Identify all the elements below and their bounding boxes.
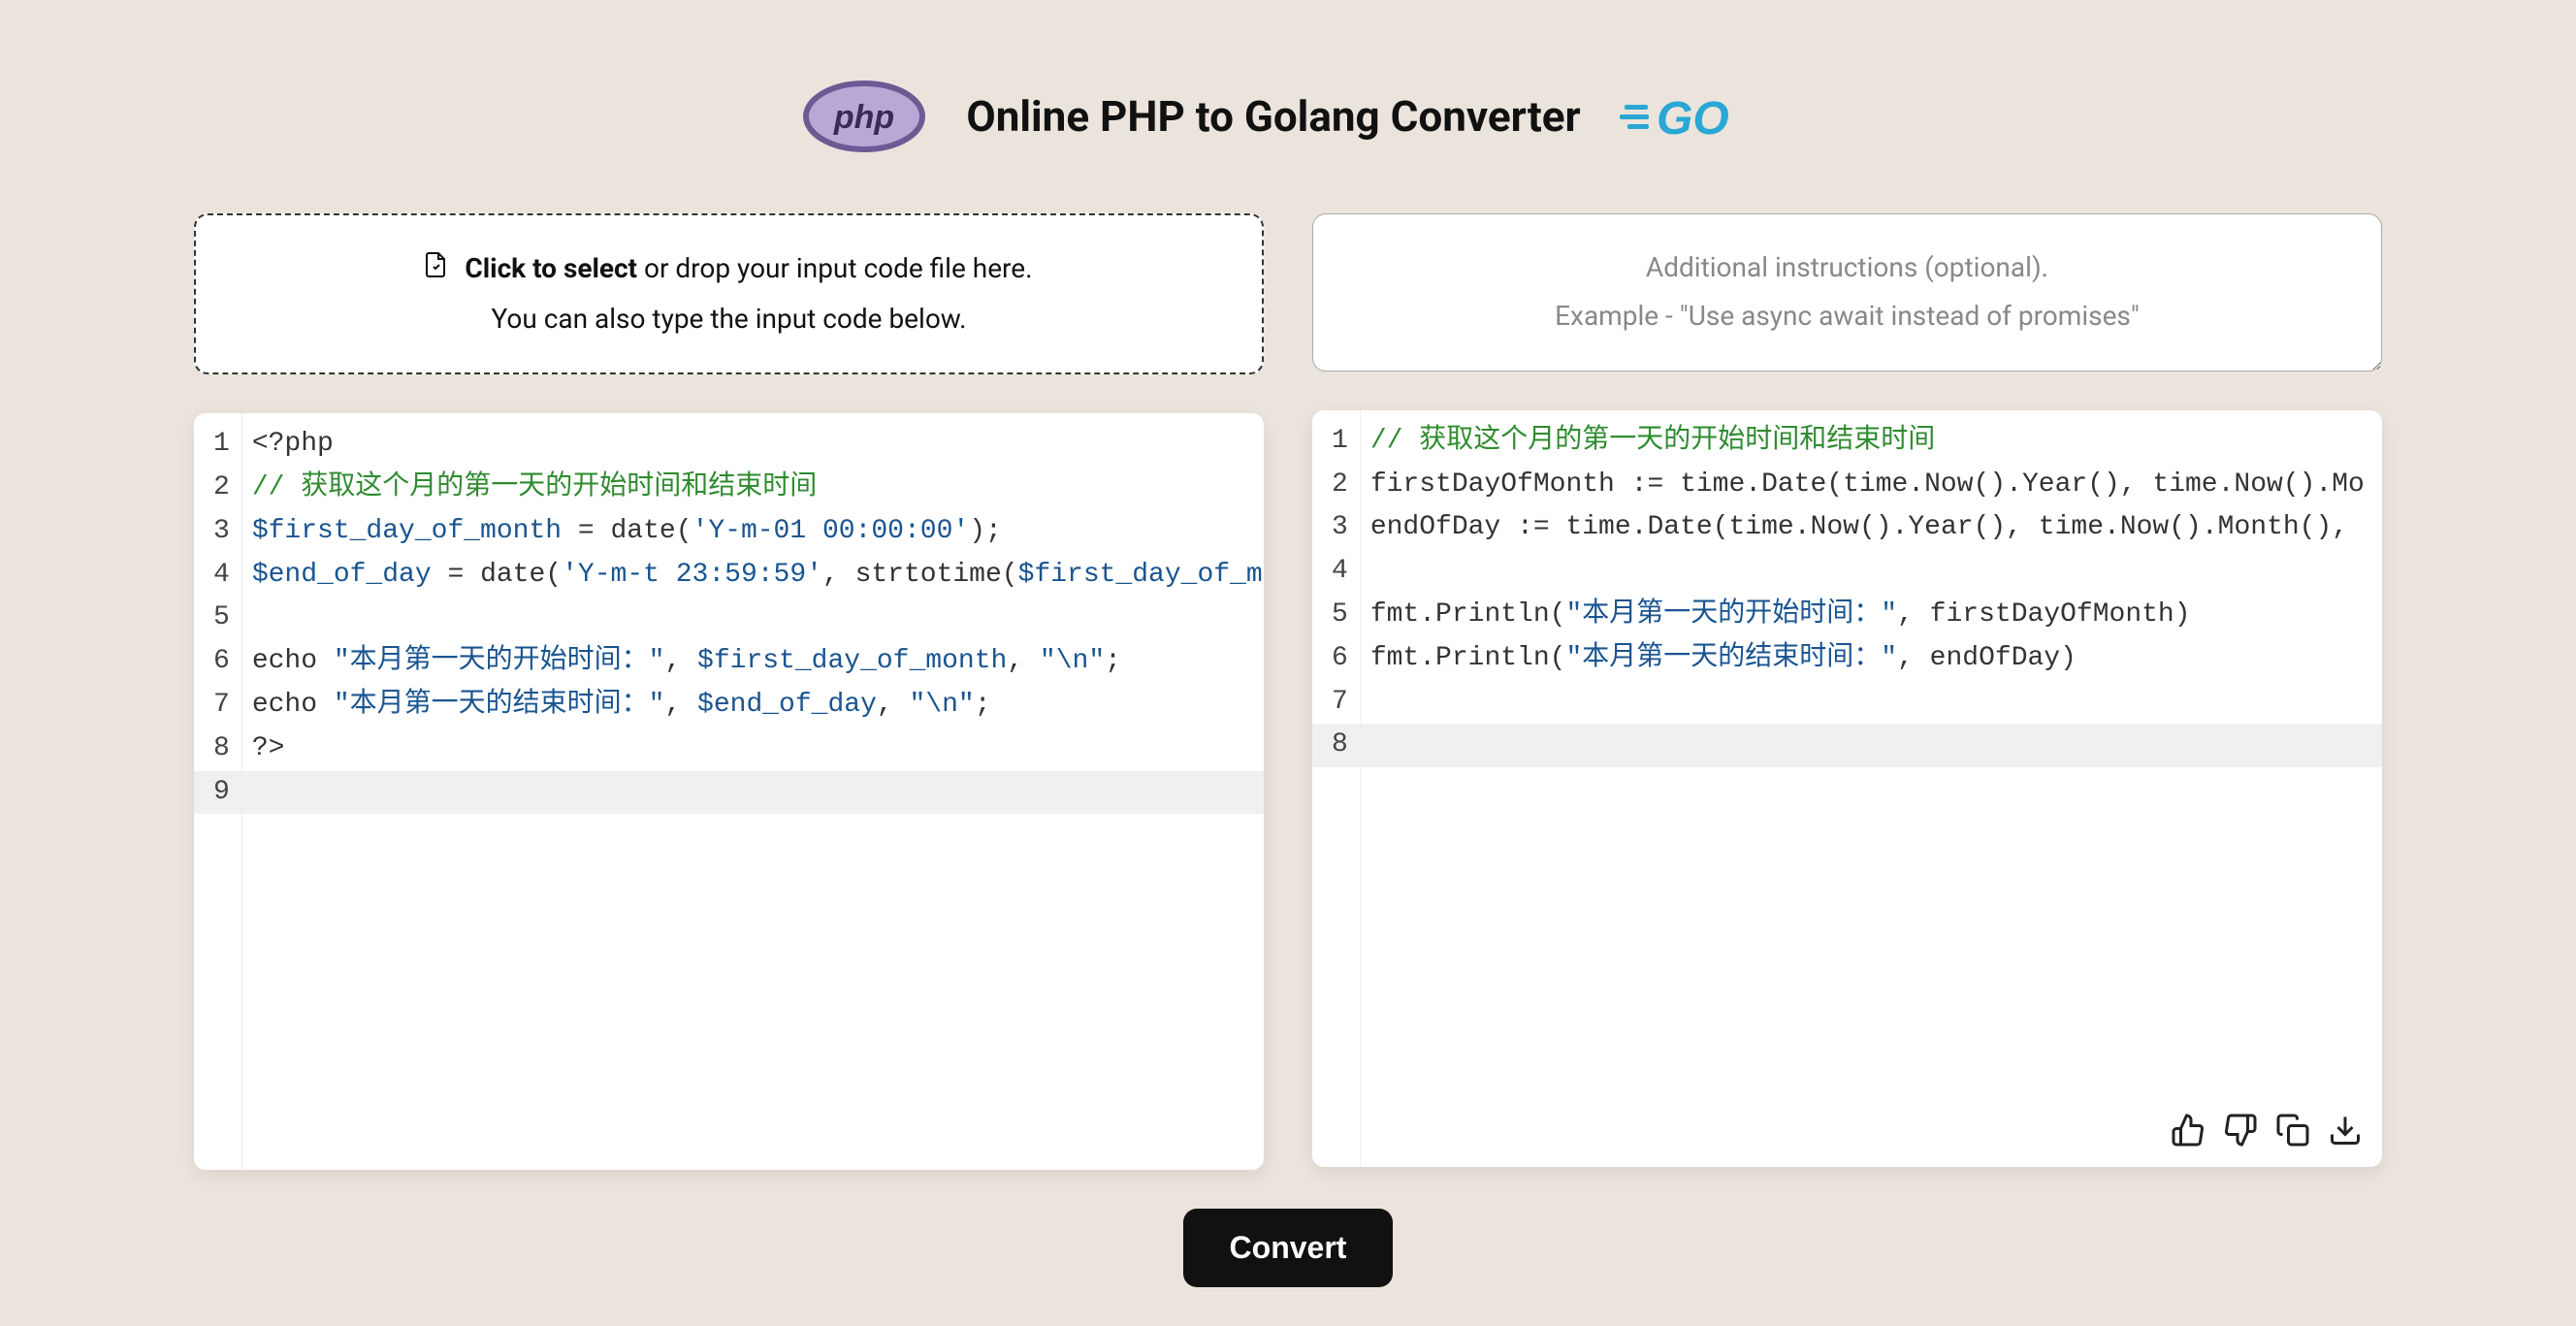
- convert-section: Convert: [0, 1170, 2576, 1326]
- instructions-input[interactable]: Additional instructions (optional). Exam…: [1312, 213, 2382, 372]
- copy-button[interactable]: [2275, 1113, 2310, 1148]
- main-content: Click to select or drop your input code …: [0, 213, 2576, 1170]
- go-logo: GO: [1620, 87, 1775, 146]
- thumbs-down-button[interactable]: [2223, 1113, 2258, 1148]
- svg-text:php: php: [833, 99, 894, 136]
- output-actions: [2171, 1113, 2363, 1148]
- input-code-editor[interactable]: 123456789 <?php// 获取这个月的第一天的开始时间和结束时间$fi…: [194, 413, 1264, 1170]
- convert-button[interactable]: Convert: [1183, 1209, 1394, 1287]
- header: php Online PHP to Golang Converter GO: [0, 0, 2576, 213]
- thumbs-up-button[interactable]: [2171, 1113, 2206, 1148]
- page-title: Online PHP to Golang Converter: [966, 91, 1580, 142]
- dropzone-drop-text: or drop your input code file here.: [637, 252, 1032, 284]
- right-column: Additional instructions (optional). Exam…: [1312, 213, 2382, 1170]
- left-column: Click to select or drop your input code …: [194, 213, 1264, 1170]
- output-code[interactable]: // 获取这个月的第一天的开始时间和结束时间firstDayOfMonth :=…: [1361, 410, 2382, 1167]
- input-code[interactable]: <?php// 获取这个月的第一天的开始时间和结束时间$first_day_of…: [242, 413, 1264, 1170]
- instructions-placeholder-1: Additional instructions (optional).: [1333, 243, 2362, 292]
- php-logo: php: [801, 78, 927, 155]
- dropzone-type-text: You can also type the input code below.: [215, 295, 1242, 343]
- instructions-placeholder-2: Example - "Use async await instead of pr…: [1333, 292, 2362, 340]
- output-code-editor[interactable]: 12345678 // 获取这个月的第一天的开始时间和结束时间firstDayO…: [1312, 410, 2382, 1167]
- file-dropzone[interactable]: Click to select or drop your input code …: [194, 213, 1264, 374]
- output-gutter: 12345678: [1312, 410, 1361, 1167]
- download-button[interactable]: [2328, 1113, 2363, 1148]
- svg-text:GO: GO: [1657, 93, 1729, 145]
- input-gutter: 123456789: [194, 413, 242, 1170]
- file-icon: [425, 245, 448, 294]
- dropzone-click-text: Click to select: [465, 252, 637, 284]
